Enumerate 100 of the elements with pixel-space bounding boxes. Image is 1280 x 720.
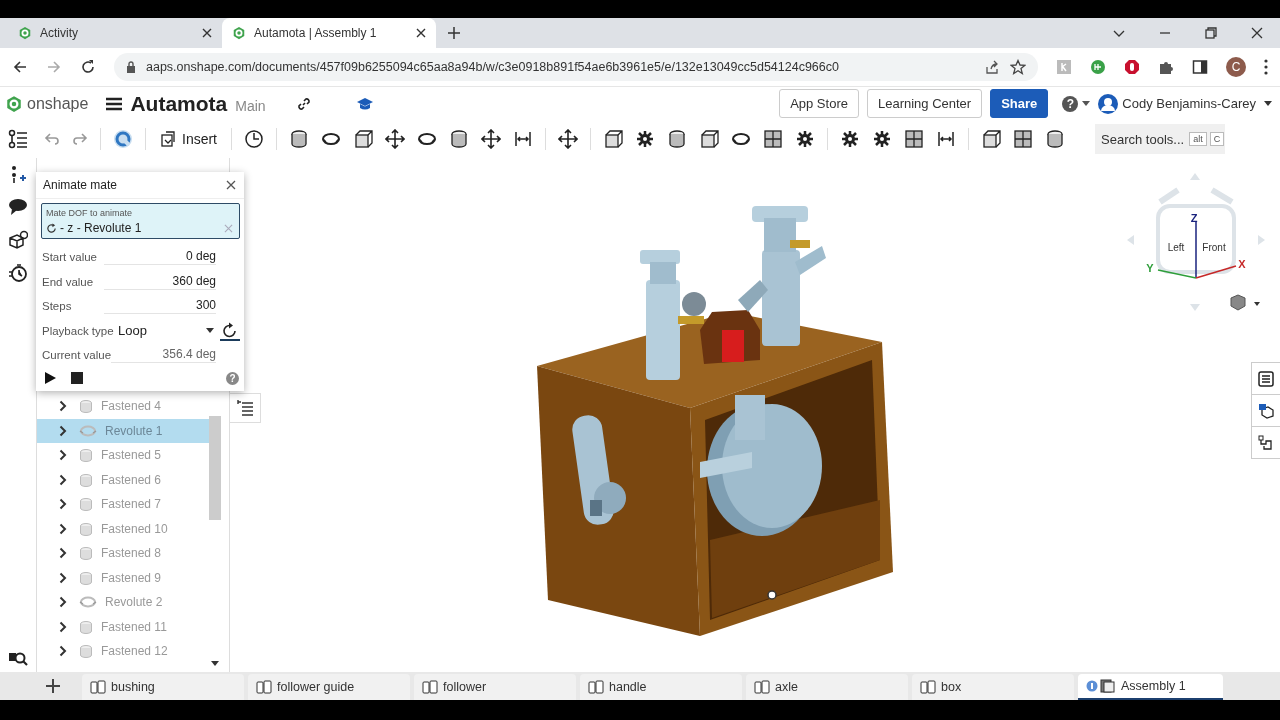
clock-icon[interactable] [244,129,264,149]
chevron-right-icon[interactable] [59,522,67,535]
user-name[interactable]: Cody Benjamins-Carey [1122,96,1256,111]
workspace-name: Main [235,97,266,114]
grid-icon[interactable] [904,129,924,149]
play-icon[interactable] [44,372,56,384]
header-button[interactable]: Learning Center [866,89,983,118]
grid-icon[interactable] [763,129,783,149]
star-icon[interactable] [1010,59,1026,75]
puzzle-icon[interactable] [1158,59,1174,75]
document-tab[interactable]: axle [746,674,908,700]
insert-button[interactable]: Insert [158,131,219,147]
outline-toggle-button[interactable] [230,393,261,423]
value-field[interactable]: 300 [104,298,216,315]
comment-icon[interactable] [8,197,28,217]
gear-icon[interactable] [795,129,815,149]
gear-icon[interactable] [872,129,892,149]
cylinder-icon[interactable] [449,129,469,149]
chevron-right-icon[interactable] [59,645,67,658]
cube-icon[interactable] [353,129,373,149]
restore-icon[interactable] [1205,27,1217,39]
close-icon[interactable] [202,28,212,38]
move-arrows-icon[interactable] [558,129,578,149]
chevron-right-icon[interactable] [59,473,67,486]
header-button[interactable]: Share [990,89,1049,118]
extension-icon[interactable] [1090,59,1106,75]
redo-icon[interactable] [72,131,88,147]
view-cube-face-label[interactable]: Front [1202,242,1226,253]
axis-label: Z [1190,212,1198,224]
part-studio-icon [754,680,770,694]
cube-question-icon[interactable] [8,230,28,250]
document-tab[interactable]: follower guide [248,674,410,700]
browser-tab[interactable]: Activity [8,18,222,48]
slider-icon[interactable] [936,129,956,149]
reset-icon[interactable] [220,320,240,341]
more-menu-icon[interactable] [1264,59,1268,75]
help-button[interactable]: ? [1062,95,1079,112]
help-button[interactable]: ? [226,371,239,385]
cube-icon[interactable] [981,129,1001,149]
search-tools-field[interactable]: Search tools... alt C [1095,124,1225,154]
gear-icon[interactable] [635,129,655,149]
cylinder-icon[interactable] [289,129,309,149]
undo-icon[interactable] [44,131,60,147]
scroll-down-icon[interactable] [211,661,219,666]
feature-list-icon[interactable] [8,129,28,149]
stopwatch-icon[interactable] [8,263,28,283]
share-icon[interactable] [984,59,1000,75]
browser-tab[interactable]: Autamota | Assembly 1 [222,18,436,48]
back-arrow-icon[interactable] [12,59,28,75]
cylinder-icon[interactable] [1045,129,1065,149]
display-mode-icon[interactable] [1230,294,1260,311]
chevron-right-icon[interactable] [59,449,67,462]
side-panel-icon[interactable] [1192,59,1208,75]
value-field[interactable]: 0 deg [104,249,216,266]
field-label: End value [42,275,95,288]
header-button[interactable]: App Store [779,89,859,118]
close-icon[interactable] [226,180,236,190]
close-icon[interactable] [1251,27,1263,39]
scrollbar-thumb[interactable] [209,416,221,520]
move-arrows-icon[interactable] [385,129,405,149]
reload-icon[interactable] [80,59,96,75]
menu-icon[interactable] [106,96,123,111]
chevron-right-icon[interactable] [59,571,67,584]
close-icon[interactable] [416,28,426,38]
cube-icon[interactable] [603,129,623,149]
plus-icon[interactable] [46,679,60,693]
field-label: Playback type [42,324,115,337]
rotate-circle-icon[interactable] [113,129,133,149]
chevron-right-icon[interactable] [59,424,67,437]
slider-icon[interactable] [513,129,533,149]
mate-selection-field[interactable]: Mate DOF to animate - z - Revolute 1 [41,203,240,239]
view-cube-face-label[interactable]: Left [1167,242,1185,253]
document-tab[interactable]: Assembly 1 [1078,674,1223,700]
chevron-right-icon[interactable] [59,596,67,609]
document-tab[interactable]: follower [414,674,576,700]
chevron-right-icon[interactable] [59,498,67,511]
cube-table-icon [1258,402,1274,419]
link-icon[interactable] [295,95,312,112]
cube-icon[interactable] [699,129,719,149]
chevron-right-icon[interactable] [59,547,67,560]
caret-icon[interactable] [1082,101,1091,106]
gear-icon[interactable] [840,129,860,149]
address-bar[interactable]: aaps.onshape.com/documents/457f09b6255094c65aa8a94b/w/c3e0918b891f54ae6b3961e5/e/132e13049cc5d54124c966c0 [114,53,1038,81]
chevron-right-icon[interactable] [59,400,67,413]
grid-icon[interactable] [1013,129,1033,149]
search-icon[interactable] [8,650,28,666]
document-tab[interactable]: box [912,674,1074,700]
cylinder-icon[interactable] [667,129,687,149]
document-tab[interactable]: bushing [82,674,244,700]
cylinder-icon [79,399,93,414]
document-tab[interactable]: handle [580,674,742,700]
caret-icon[interactable] [1264,101,1272,106]
chevron-right-icon[interactable] [59,620,67,633]
value-field[interactable]: 360 deg [104,273,216,290]
playback-type-select[interactable]: Loop [118,323,214,339]
move-arrows-icon[interactable] [481,129,501,149]
graduation-cap-icon[interactable] [355,96,374,111]
plus-icon[interactable] [448,27,460,39]
profile-avatar[interactable]: C [1226,57,1246,77]
logo-text[interactable]: onshape [27,94,89,113]
